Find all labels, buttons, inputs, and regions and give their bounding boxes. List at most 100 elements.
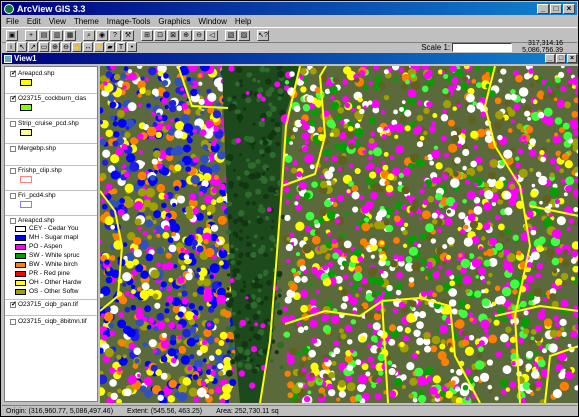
view-close-button[interactable]: × (567, 54, 577, 63)
theme-checkbox[interactable]: ✓ (10, 301, 17, 308)
clear-selection-icon[interactable]: ▨ (238, 29, 250, 41)
zoom-in-icon[interactable]: ⊕ (180, 29, 192, 41)
theme-checkbox[interactable] (10, 121, 16, 127)
tree-crown (249, 326, 255, 332)
maximize-button[interactable]: □ (550, 3, 562, 14)
tree-crown (462, 173, 467, 179)
tree-crown (561, 281, 567, 287)
menu-theme[interactable]: Theme (70, 17, 103, 26)
menu-window[interactable]: Window (194, 17, 230, 26)
edit-legend-icon[interactable]: ▥ (51, 29, 63, 41)
pointer-icon[interactable]: ↖ (17, 42, 27, 52)
tree-crown (303, 395, 311, 403)
tree-crown (510, 147, 516, 152)
scale-input[interactable] (452, 42, 513, 52)
map-canvas[interactable] (100, 66, 579, 403)
tree-crown (101, 159, 109, 166)
theme-entry[interactable]: Fri_pcd4.shp (9, 192, 97, 214)
menu-edit[interactable]: Edit (23, 17, 45, 26)
select-features-icon[interactable]: ▧ (225, 29, 237, 41)
menu-image-tools[interactable]: Image-Tools (103, 17, 155, 26)
area-select-icon[interactable]: ▭ (39, 42, 49, 52)
zoom-in-tool-icon[interactable]: ⊕ (50, 42, 60, 52)
menu-help[interactable]: Help (231, 17, 255, 26)
pan-icon[interactable]: ✋ (72, 42, 82, 52)
query-builder-icon[interactable]: ? (109, 29, 121, 41)
tree-crown (241, 93, 247, 99)
find-icon[interactable]: ⌕ (83, 29, 95, 41)
tree-crown (494, 296, 504, 305)
identify-icon[interactable]: i (6, 42, 16, 52)
theme-entry[interactable]: Strip_cruise_pcd.shp (9, 120, 97, 142)
save-icon[interactable]: ▣ (6, 29, 18, 41)
tree-crown (437, 228, 442, 234)
zoom-selected-icon[interactable]: ⊠ (167, 29, 179, 41)
tree-crown (506, 282, 511, 287)
hammer-icon[interactable]: ⚒ (122, 29, 134, 41)
theme-entry[interactable]: Frishp_clip.shp (9, 167, 97, 189)
menu-graphics[interactable]: Graphics (154, 17, 194, 26)
tree-crown (245, 201, 250, 206)
divider (5, 190, 97, 191)
theme-checkbox[interactable] (10, 193, 16, 199)
tree-crown (554, 77, 561, 84)
menu-view[interactable]: View (45, 17, 70, 26)
theme-checkbox[interactable] (10, 146, 16, 152)
hotlink-icon[interactable]: ⚡ (94, 42, 104, 52)
tree-crown (122, 242, 128, 247)
tree-crown (105, 183, 113, 191)
tree-crown (427, 69, 433, 76)
zoom-out-icon[interactable]: ⊖ (193, 29, 205, 41)
zoom-full-icon[interactable]: ⊞ (141, 29, 153, 41)
tree-crown (442, 87, 449, 95)
help-pointer-icon[interactable]: ↖? (257, 29, 269, 41)
tree-crown (338, 328, 344, 334)
theme-entry[interactable]: O23715_ciqb_8bitmn.tif (9, 318, 97, 332)
tree-crown (151, 88, 159, 96)
tree-crown (416, 114, 424, 122)
tree-crown (263, 272, 268, 277)
theme-checkbox[interactable] (10, 168, 16, 174)
zoom-active-icon[interactable]: ⊡ (154, 29, 166, 41)
theme-properties-icon[interactable]: ▤ (38, 29, 50, 41)
tree-crown (164, 308, 170, 314)
divider (5, 118, 97, 119)
theme-checkbox[interactable] (10, 319, 16, 325)
tree-crown (242, 182, 250, 190)
theme-entry[interactable]: ✓ Areapcd.shp (9, 70, 97, 92)
tree-crown (368, 81, 373, 86)
tree-crown (560, 178, 566, 184)
minimize-button[interactable]: _ (537, 3, 549, 14)
theme-entry[interactable]: Mergebp.shp (9, 145, 97, 167)
tree-crown (423, 107, 430, 115)
label-icon[interactable]: ▰ (105, 42, 115, 52)
menu-file[interactable]: File (2, 17, 23, 26)
zoom-out-tool-icon[interactable]: ⊖ (61, 42, 71, 52)
draw-point-icon[interactable]: • (127, 42, 137, 52)
view-minimize-button[interactable]: _ (545, 54, 555, 63)
tree-crown (442, 174, 449, 181)
theme-checkbox[interactable] (10, 218, 16, 224)
vertex-edit-icon[interactable]: ↗ (28, 42, 38, 52)
theme-entry[interactable]: ✓ O23715_ciqb_pan.tif (9, 301, 97, 315)
theme-checkbox[interactable]: ✓ (10, 70, 17, 77)
tree-crown (509, 336, 517, 344)
text-tool-icon[interactable]: T (116, 42, 126, 52)
zoom-previous-icon[interactable]: ◁ (206, 29, 218, 41)
measure-icon[interactable]: ↔ (83, 42, 93, 52)
tree-crown (450, 380, 456, 386)
add-theme-icon[interactable]: + (25, 29, 37, 41)
view-maximize-button[interactable]: □ (556, 54, 566, 63)
theme-entry[interactable]: ✓ O23715_cockburn_clas (9, 95, 97, 117)
table-icon[interactable]: ▦ (64, 29, 76, 41)
tree-crown (156, 183, 166, 193)
locate-icon[interactable]: ◉ (96, 29, 108, 41)
tree-crown (456, 264, 462, 271)
map-display[interactable] (100, 66, 579, 403)
tree-crown (518, 168, 528, 178)
close-button[interactable]: × (563, 3, 575, 14)
tree-crown (221, 205, 227, 211)
tree-crown (112, 121, 119, 127)
theme-checkbox[interactable]: ✓ (10, 95, 17, 102)
tree-crown (462, 339, 470, 347)
